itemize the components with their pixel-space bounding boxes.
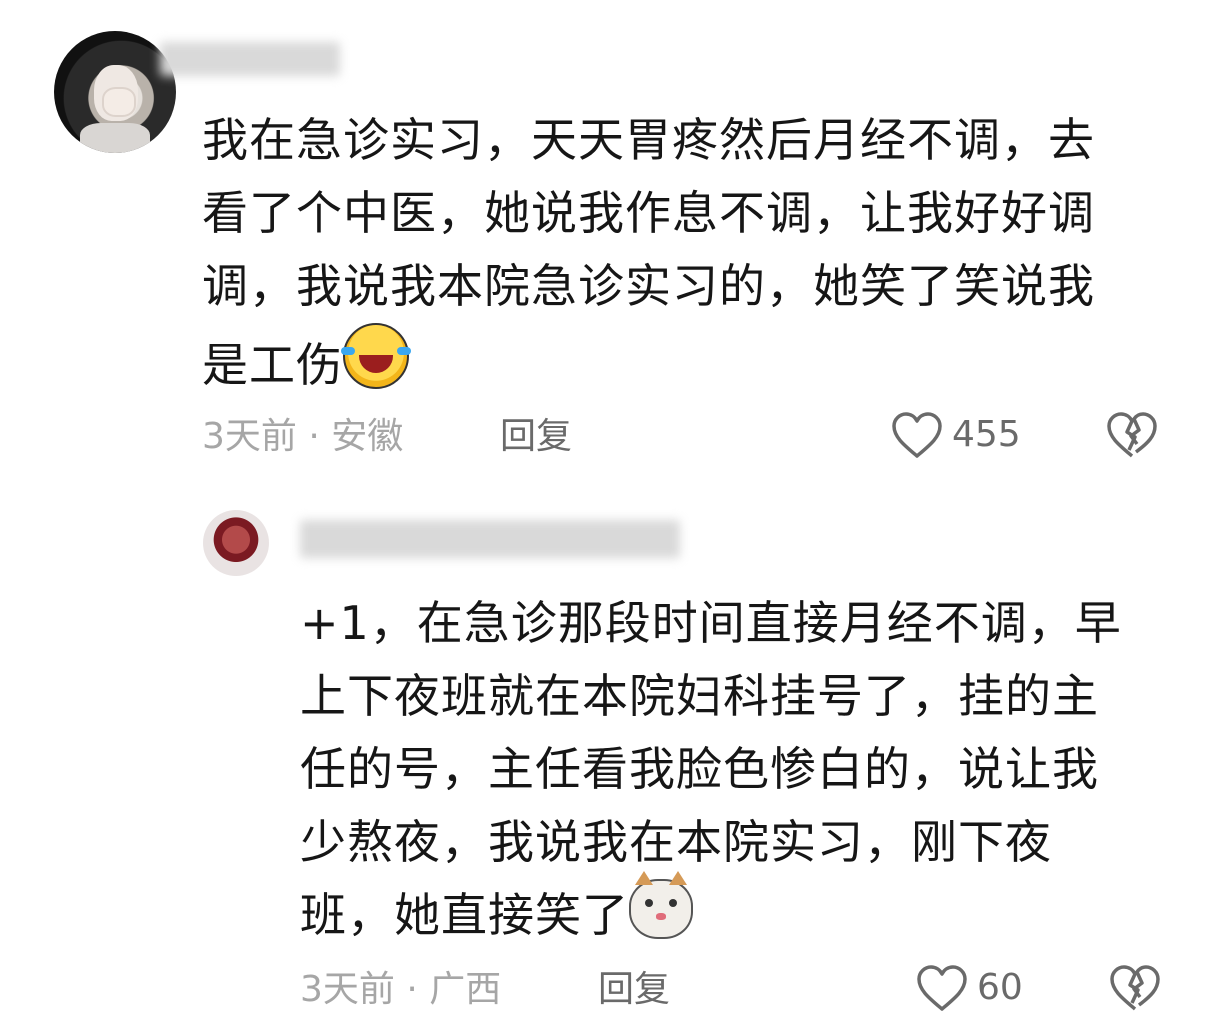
reply-button[interactable]: 回复	[500, 415, 572, 459]
reply-body: +1，在急诊那段时间直接月经不调，早 上下夜班就在本院妇科挂号了，挂的主 任的号…	[300, 587, 1180, 952]
like-count: 60	[977, 967, 1023, 1008]
avatar[interactable]	[54, 31, 176, 153]
dislike-button[interactable]	[1105, 410, 1159, 460]
comment-meta: 3天前 · 安徽	[202, 416, 404, 457]
username-redacted[interactable]	[160, 42, 340, 76]
broken-heart-icon	[1110, 965, 1160, 1011]
like-button[interactable]: 60	[915, 963, 1023, 1013]
reply-button[interactable]: 回复	[598, 968, 670, 1012]
reply-meta: 3天前 · 广西	[300, 969, 502, 1010]
comment-thread: 我在急诊实习，天天胃疼然后月经不调，去 看了个中医，她说我作息不调，让我好好调 …	[0, 0, 1224, 1021]
like-button[interactable]: 455	[890, 410, 1021, 460]
avatar-shirt	[80, 123, 150, 153]
username-redacted[interactable]	[300, 520, 680, 558]
comment-text: 我在急诊实习，天天胃疼然后月经不调，去 看了个中医，她说我作息不调，让我好好调 …	[202, 113, 1095, 392]
like-count: 455	[952, 414, 1021, 455]
laugh-cry-emoji-icon	[341, 323, 411, 389]
broken-heart-icon	[1107, 412, 1157, 458]
comment-body: 我在急诊实习，天天胃疼然后月经不调，去 看了个中医，她说我作息不调，让我好好调 …	[202, 104, 1162, 402]
reply-text: +1，在急诊那段时间直接月经不调，早 上下夜班就在本院妇科挂号了，挂的主 任的号…	[300, 596, 1122, 942]
avatar[interactable]	[203, 510, 269, 576]
heart-icon	[917, 965, 967, 1011]
dislike-button[interactable]	[1108, 963, 1162, 1013]
heart-icon	[892, 412, 942, 458]
cat-emoji-icon	[629, 871, 693, 939]
avatar-hand	[102, 87, 136, 117]
